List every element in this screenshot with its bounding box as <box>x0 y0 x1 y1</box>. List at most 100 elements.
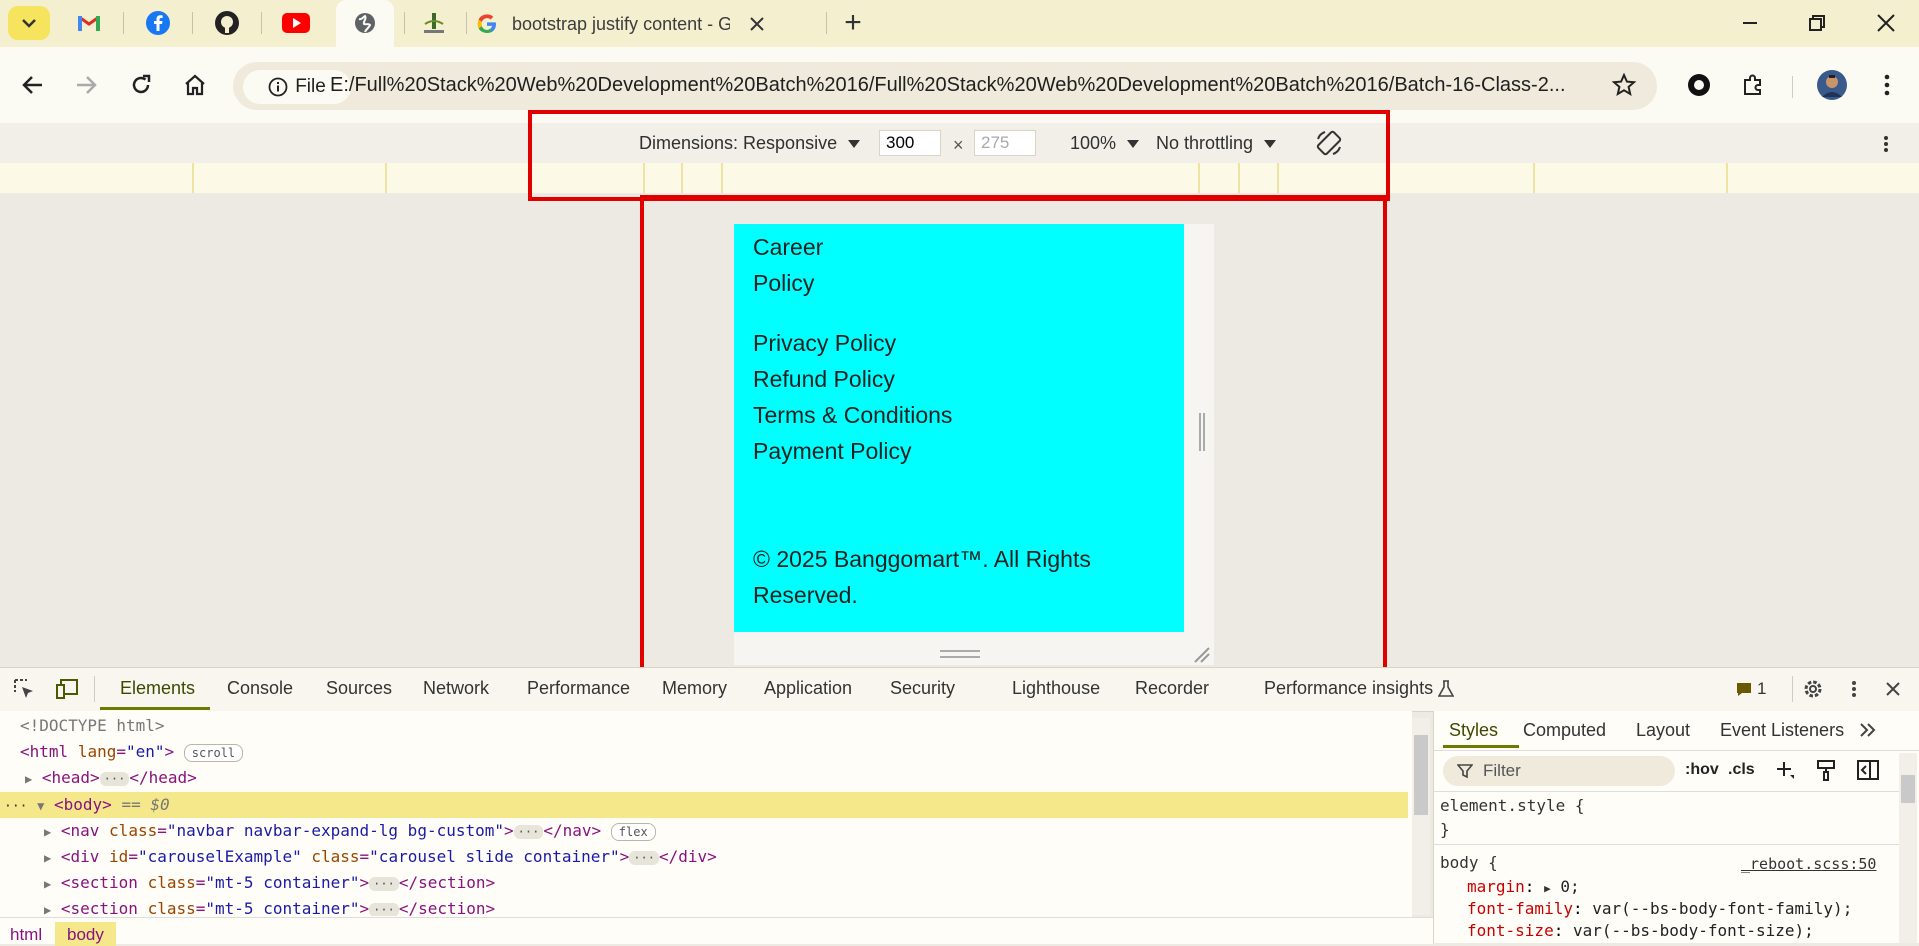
hov-toggle[interactable]: :hov <box>1685 761 1719 779</box>
extensions-menu-button[interactable] <box>1736 68 1770 102</box>
tab-search-button[interactable] <box>8 6 50 40</box>
doctype-line[interactable]: <!DOCTYPE html> <box>20 713 165 739</box>
expand-triangle-icon[interactable]: ▶ <box>44 851 51 865</box>
back-button[interactable] <box>16 68 50 102</box>
close-window-button[interactable] <box>1866 8 1906 38</box>
inspect-element-button[interactable] <box>12 677 36 701</box>
expand-triangle-icon[interactable]: ▶ <box>25 772 32 786</box>
styles-filter-input[interactable]: Filter <box>1443 756 1675 786</box>
active-tab-indicator <box>1443 745 1519 748</box>
css-property: font-size <box>1467 921 1554 940</box>
breadcrumb-html[interactable]: html <box>10 925 42 945</box>
tab-recorder[interactable]: Recorder <box>1135 678 1209 699</box>
source-link[interactable]: _reboot.scss:50 <box>1741 855 1876 873</box>
expand-triangle-icon[interactable]: ▶ <box>44 877 51 891</box>
head-close-tag: </head> <box>129 768 197 787</box>
css-declaration-font-size[interactable]: font-size: var(--bs-body-font-size); <box>1467 921 1814 940</box>
tab-security[interactable]: Security <box>890 678 955 699</box>
css-declaration-font-family[interactable]: font-family: var(--bs-body-font-family); <box>1467 899 1852 918</box>
tab-computed[interactable]: Computed <box>1523 720 1606 741</box>
div-node[interactable]: ▶ <div id="carouselExample" class="carou… <box>44 844 717 870</box>
minimize-button[interactable] <box>1730 8 1770 38</box>
section-attr-value: "mt-5 container" <box>205 899 360 916</box>
local-file-tab[interactable] <box>351 9 379 37</box>
nav-node[interactable]: ▶ <nav class="navbar navbar-expand-lg bg… <box>44 818 656 844</box>
bookmark-button[interactable] <box>1607 68 1641 102</box>
browser-menu-button[interactable] <box>1870 68 1904 102</box>
new-style-rule-button[interactable] <box>1773 758 1797 782</box>
toggle-sidebar-button[interactable] <box>1856 758 1880 782</box>
close-devtools-button[interactable] <box>1882 678 1904 700</box>
tab-memory[interactable]: Memory <box>662 678 727 699</box>
url-text[interactable]: E:/Full%20Stack%20Web%20Development%20Ba… <box>330 74 1592 97</box>
scrollbar-thumb[interactable] <box>1414 735 1428 815</box>
more-tabs-button[interactable] <box>1857 718 1879 742</box>
tab-performance[interactable]: Performance <box>527 678 630 699</box>
tab-performance-insights[interactable]: Performance insights <box>1264 678 1433 699</box>
ruler-tick <box>1533 163 1535 193</box>
tab-event-listeners[interactable]: Event Listeners <box>1720 720 1844 741</box>
styles-divider <box>1433 844 1903 845</box>
devtools-settings-button[interactable] <box>1800 676 1826 702</box>
section-node[interactable]: ▶ <section class="mt-5 container"> ··· </s… <box>44 870 495 896</box>
restore-button[interactable] <box>1797 8 1837 38</box>
html-node[interactable]: <html lang="en"> scroll <box>20 739 244 765</box>
tab-network[interactable]: Network <box>423 678 489 699</box>
cls-toggle[interactable]: .cls <box>1728 761 1755 779</box>
new-tab-button[interactable]: + <box>837 6 869 40</box>
section-node[interactable]: ▶ <section class="mt-5 container"> ··· </s… <box>44 896 495 916</box>
home-button[interactable] <box>178 68 212 102</box>
arrow-left-icon <box>22 76 42 94</box>
tab-separator <box>466 12 467 34</box>
tab-elements[interactable]: Elements <box>120 678 195 699</box>
extension-button[interactable] <box>1682 68 1716 102</box>
collapse-triangle-icon[interactable]: ▼ <box>37 799 44 813</box>
css-declaration-margin[interactable]: margin: ▶ 0; <box>1467 877 1580 896</box>
css-value: var(--bs-body-font-family); <box>1592 899 1853 918</box>
tab-console[interactable]: Console <box>227 678 293 699</box>
gmail-tab[interactable] <box>75 9 103 37</box>
tab-sources[interactable]: Sources <box>326 678 392 699</box>
collapsed-dots[interactable]: ··· <box>513 824 544 839</box>
expand-triangle-icon[interactable]: ▶ <box>44 825 51 839</box>
tab-styles[interactable]: Styles <box>1449 720 1498 741</box>
scrollbar-thumb[interactable] <box>1901 775 1915 803</box>
collapsed-dots[interactable]: ··· <box>629 850 659 865</box>
scroll-badge[interactable]: scroll <box>183 743 244 762</box>
sidebar-icon <box>1857 760 1879 780</box>
breadcrumb-body[interactable]: body <box>55 922 116 946</box>
youtube-tab[interactable] <box>282 9 310 37</box>
collapsed-dots[interactable]: ··· <box>99 771 130 786</box>
tab-layout[interactable]: Layout <box>1636 720 1690 741</box>
doctype-text: <!DOCTYPE html> <box>20 716 165 735</box>
body-node[interactable]: ··· ▼ <body> == $0 <box>4 792 170 818</box>
element-style-rule[interactable]: element.style { <box>1440 796 1585 815</box>
tab-application[interactable]: Application <box>764 678 852 699</box>
close-icon[interactable] <box>748 15 766 33</box>
tab-lighthouse[interactable]: Lighthouse <box>1012 678 1100 699</box>
flex-badge[interactable]: flex <box>610 822 656 841</box>
collapsed-dots[interactable]: ··· <box>369 876 399 891</box>
div-id-value: "carouselExample" <box>137 847 302 866</box>
device-toggle-button[interactable] <box>54 677 80 701</box>
facebook-tab[interactable] <box>144 9 172 37</box>
paint-button[interactable] <box>1814 758 1838 782</box>
node-actions-dots[interactable]: ··· <box>4 799 27 814</box>
collapsed-dots[interactable]: ··· <box>369 902 399 916</box>
expand-triangle-icon[interactable]: ▶ <box>1544 882 1551 895</box>
devtools-menu-button[interactable] <box>1844 678 1864 700</box>
google-search-tab[interactable]: bootstrap justify content - Goo <box>476 4 816 44</box>
device-toolbar-menu[interactable] <box>1876 132 1896 156</box>
profile-button[interactable] <box>1815 68 1849 102</box>
github-tab[interactable] <box>213 9 241 37</box>
head-node[interactable]: ▶ <head> ··· </head> <box>25 765 197 791</box>
site-tab[interactable] <box>420 9 448 37</box>
info-icon <box>268 77 288 97</box>
forward-button[interactable] <box>69 68 103 102</box>
expand-triangle-icon[interactable]: ▶ <box>44 903 51 916</box>
css-value: 0; <box>1560 877 1580 896</box>
issues-counter[interactable]: 1 <box>1736 679 1766 699</box>
body-rule-selector[interactable]: body { <box>1440 853 1498 872</box>
reload-button[interactable] <box>124 68 158 102</box>
tab-separator <box>192 12 193 34</box>
